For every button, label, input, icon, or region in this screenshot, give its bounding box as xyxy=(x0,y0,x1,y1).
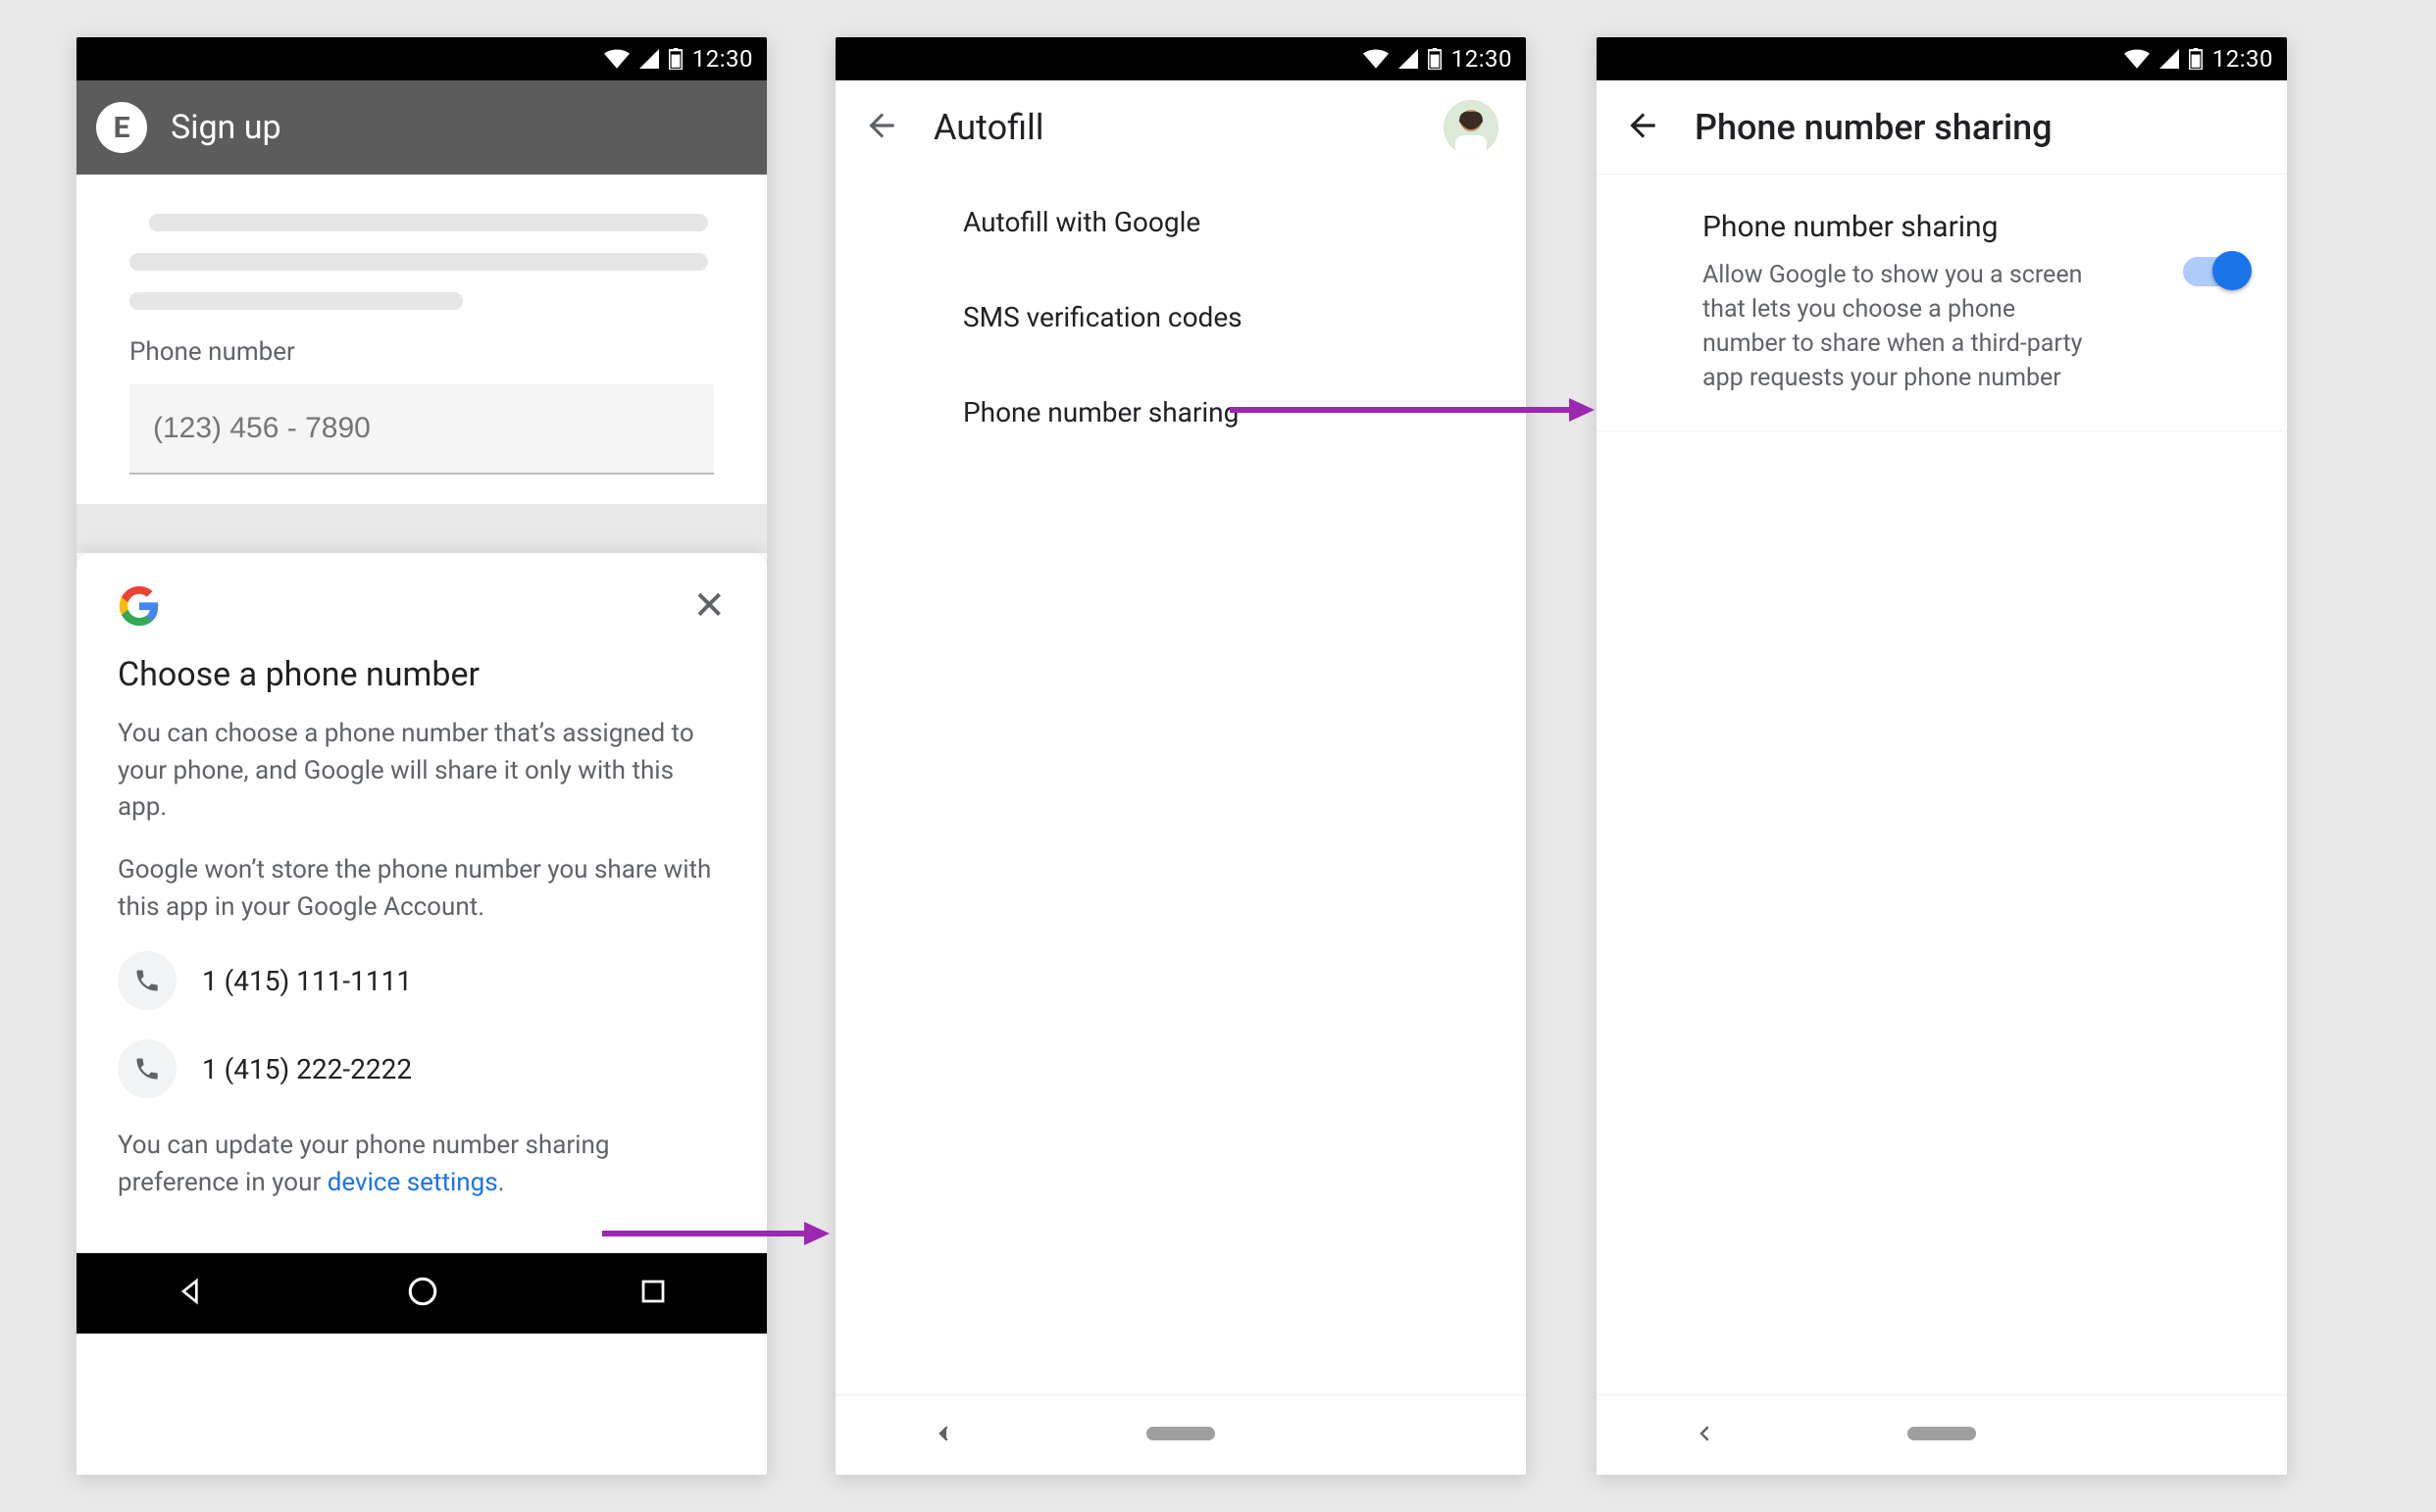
back-arrow-icon[interactable] xyxy=(1624,107,1661,148)
cell-icon xyxy=(639,49,659,69)
setting-description: Allow Google to show you a screen that l… xyxy=(1702,258,2095,395)
annotation-arrow xyxy=(602,1212,830,1255)
status-bar: 12:30 xyxy=(76,37,767,80)
form-area: Phone number xyxy=(76,175,767,504)
phone-option-text: 1 (415) 222-2222 xyxy=(202,1053,412,1085)
nav-bar xyxy=(836,1394,1526,1475)
device-settings-link[interactable]: device settings xyxy=(328,1168,498,1197)
phone-autofill: 12:30 Autofill Autofill with Google SMS … xyxy=(836,37,1526,1475)
phone-option[interactable]: 1 (415) 222-2222 xyxy=(118,1039,726,1098)
phone-signup: 12:30 E Sign up Phone number ✕ Choose a … xyxy=(76,37,767,1475)
sheet-body-1: You can choose a phone number that’s ass… xyxy=(118,716,726,827)
wifi-icon xyxy=(604,49,630,69)
status-time: 12:30 xyxy=(2212,45,2273,73)
battery-icon xyxy=(1428,48,1442,70)
setting-row[interactable]: Phone number sharing Allow Google to sho… xyxy=(1597,175,2287,431)
battery-icon xyxy=(669,48,683,70)
nav-bar xyxy=(1597,1394,2287,1475)
nav-home-pill[interactable] xyxy=(1146,1426,1215,1444)
app-title: Phone number sharing xyxy=(1695,107,2259,148)
app-bar: Autofill xyxy=(836,80,1526,175)
sheet-body-2: Google won’t store the phone number you … xyxy=(118,852,726,926)
nav-bar xyxy=(76,1253,767,1334)
phone-option-text: 1 (415) 111-1111 xyxy=(202,965,412,997)
sheet-footer: You can update your phone number sharing… xyxy=(118,1128,726,1201)
nav-recent-icon[interactable] xyxy=(638,1277,668,1310)
status-bar: 12:30 xyxy=(836,37,1526,80)
status-time: 12:30 xyxy=(692,45,753,73)
skeleton-line xyxy=(129,253,708,271)
app-title: Autofill xyxy=(934,107,1410,148)
back-arrow-icon[interactable] xyxy=(863,107,900,148)
nav-back-icon[interactable] xyxy=(1693,1422,1716,1449)
phone-icon xyxy=(118,1039,177,1098)
list-item-autofill-google[interactable]: Autofill with Google xyxy=(836,175,1526,270)
list-item-sms-codes[interactable]: SMS verification codes xyxy=(836,270,1526,365)
google-logo-icon xyxy=(118,584,161,628)
phone-sharing-setting: 12:30 Phone number sharing Phone number … xyxy=(1597,37,2287,1475)
account-avatar[interactable] xyxy=(1444,100,1498,155)
phone-icon xyxy=(118,951,177,1010)
skeleton-line xyxy=(129,292,463,310)
wifi-icon xyxy=(1363,49,1389,69)
phone-hint-sheet: ✕ Choose a phone number You can choose a… xyxy=(76,553,767,1253)
wifi-icon xyxy=(2124,49,2150,69)
nav-back-icon[interactable] xyxy=(176,1276,207,1311)
close-icon[interactable]: ✕ xyxy=(692,586,726,626)
nav-home-icon[interactable] xyxy=(406,1275,439,1312)
annotation-arrow xyxy=(1230,388,1595,431)
phone-input[interactable] xyxy=(129,384,714,475)
sheet-title: Choose a phone number xyxy=(118,655,726,694)
cell-icon xyxy=(1398,49,1418,69)
nav-home-pill[interactable] xyxy=(1907,1426,1976,1444)
setting-title: Phone number sharing xyxy=(1702,210,2163,244)
app-bar: Phone number sharing xyxy=(1597,80,2287,175)
phone-option[interactable]: 1 (415) 111-1111 xyxy=(118,951,726,1010)
toggle-switch[interactable] xyxy=(2183,257,2248,286)
app-bar: E Sign up xyxy=(76,80,767,175)
status-bar: 12:30 xyxy=(1597,37,2287,80)
nav-back-icon[interactable] xyxy=(932,1422,955,1449)
footer-suffix: . xyxy=(498,1168,505,1197)
app-logo: E xyxy=(96,102,147,153)
field-label: Phone number xyxy=(129,337,714,367)
cell-icon xyxy=(2159,49,2179,69)
sheet-divider xyxy=(76,504,767,553)
app-title: Sign up xyxy=(171,108,281,147)
battery-icon xyxy=(2189,48,2203,70)
status-time: 12:30 xyxy=(1451,45,1512,73)
skeleton-line xyxy=(149,214,708,231)
